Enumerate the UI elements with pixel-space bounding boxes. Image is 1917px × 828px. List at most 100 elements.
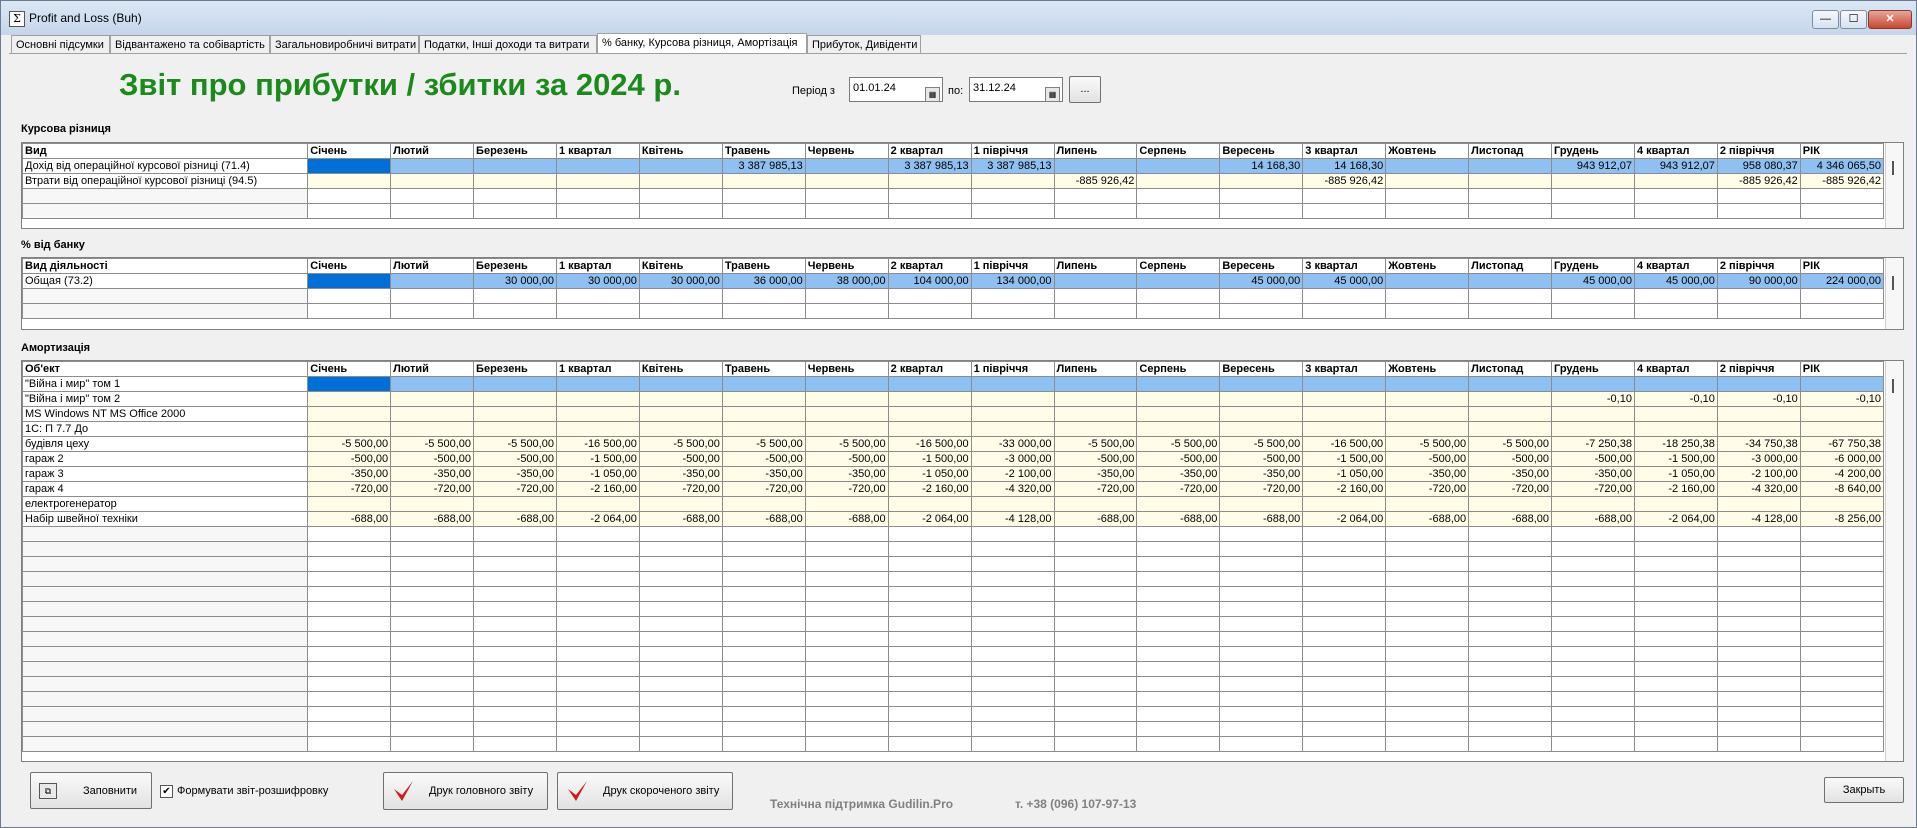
value-cell[interactable]: -2 100,00 [970, 466, 1055, 482]
value-cell[interactable] [555, 496, 640, 512]
empty-cell[interactable] [804, 188, 889, 204]
empty-cell[interactable] [1219, 586, 1304, 602]
value-cell[interactable]: -4 320,00 [970, 481, 1055, 497]
empty-cell[interactable] [721, 691, 806, 707]
table-row[interactable]: "Війна і мир" том 2 -0,10 -0,10 -0,10 -0,10 [22, 391, 1885, 407]
column-header[interactable]: Січень [307, 361, 392, 377]
value-cell[interactable]: -5 500,00 [1136, 436, 1221, 452]
empty-cell[interactable] [1219, 288, 1304, 304]
empty-cell[interactable] [22, 586, 309, 602]
value-cell[interactable] [390, 273, 475, 289]
value-cell[interactable] [555, 391, 640, 407]
close-button[interactable]: Закрыть [1824, 777, 1904, 803]
period-more-button[interactable]: ... [1069, 76, 1101, 103]
empty-cell[interactable] [970, 556, 1055, 572]
empty-cell[interactable] [970, 676, 1055, 692]
value-cell[interactable] [1551, 496, 1635, 512]
value-cell[interactable]: 45 000,00 [1551, 273, 1635, 289]
empty-cell[interactable] [1385, 303, 1470, 319]
value-cell[interactable]: -350,00 [307, 466, 392, 482]
empty-cell[interactable] [1716, 616, 1801, 632]
empty-cell[interactable] [887, 736, 972, 752]
empty-row[interactable] [22, 571, 1885, 587]
empty-cell[interactable] [1385, 616, 1470, 632]
value-cell[interactable]: -500,00 [307, 451, 392, 467]
value-cell[interactable] [1302, 496, 1387, 512]
empty-cell[interactable] [1633, 661, 1718, 677]
empty-cell[interactable] [804, 616, 889, 632]
table-row[interactable]: Набір швейної техніки -688,00 -688,00 -688,… [22, 511, 1885, 527]
value-cell[interactable]: -350,00 [1551, 466, 1635, 482]
value-cell[interactable]: -720,00 [1468, 481, 1553, 497]
value-cell[interactable] [1468, 376, 1553, 392]
empty-cell[interactable] [555, 661, 640, 677]
empty-cell[interactable] [1053, 736, 1138, 752]
value-cell[interactable] [638, 173, 723, 189]
value-cell[interactable]: -3 000,00 [970, 451, 1055, 467]
empty-cell[interactable] [887, 691, 972, 707]
empty-cell[interactable] [1468, 203, 1553, 219]
empty-cell[interactable] [887, 526, 972, 542]
value-cell[interactable] [1385, 173, 1470, 189]
table-row[interactable]: гараж 4 -720,00 -720,00 -720,00 -2 160,00 -72… [22, 481, 1885, 497]
empty-cell[interactable] [970, 706, 1055, 722]
value-cell[interactable] [638, 391, 723, 407]
value-cell[interactable] [887, 421, 972, 437]
row-name-cell[interactable]: гараж 3 [22, 466, 309, 482]
value-cell[interactable] [1385, 273, 1470, 289]
value-cell[interactable] [804, 376, 889, 392]
column-header[interactable]: Квітень [638, 361, 723, 377]
value-cell[interactable] [721, 173, 806, 189]
empty-cell[interactable] [1136, 676, 1221, 692]
value-cell[interactable]: -5 500,00 [1219, 436, 1304, 452]
value-cell[interactable]: -1 050,00 [887, 466, 972, 482]
tab-shipped-cost[interactable]: Відвантажено та собівартість [110, 35, 270, 53]
value-cell[interactable] [307, 406, 392, 422]
empty-cell[interactable] [555, 601, 640, 617]
value-cell[interactable]: -350,00 [804, 466, 889, 482]
empty-cell[interactable] [1136, 288, 1221, 304]
empty-cell[interactable] [1799, 601, 1885, 617]
empty-cell[interactable] [1551, 601, 1635, 617]
empty-cell[interactable] [638, 721, 723, 737]
empty-cell[interactable] [1716, 541, 1801, 557]
empty-cell[interactable] [1799, 676, 1885, 692]
empty-row[interactable] [22, 556, 1885, 572]
value-cell[interactable] [1053, 406, 1138, 422]
column-header[interactable]: Квітень [638, 143, 723, 159]
column-header[interactable]: Вересень [1219, 361, 1304, 377]
empty-cell[interactable] [1633, 736, 1718, 752]
value-cell[interactable] [1136, 421, 1221, 437]
value-cell[interactable] [473, 421, 557, 437]
table-row[interactable]: гараж 3 -350,00 -350,00 -350,00 -1 050,00 -35… [22, 466, 1885, 482]
empty-cell[interactable] [1551, 203, 1635, 219]
value-cell[interactable]: -500,00 [721, 451, 806, 467]
empty-cell[interactable] [1136, 646, 1221, 662]
empty-cell[interactable] [721, 616, 806, 632]
empty-cell[interactable] [1633, 691, 1718, 707]
value-cell[interactable]: -885 926,42 [1716, 173, 1801, 189]
empty-row[interactable] [22, 631, 1885, 647]
value-cell[interactable] [887, 496, 972, 512]
empty-cell[interactable] [1053, 571, 1138, 587]
value-cell[interactable] [638, 421, 723, 437]
empty-cell[interactable] [1799, 288, 1885, 304]
empty-cell[interactable] [555, 571, 640, 587]
value-cell[interactable] [721, 391, 806, 407]
value-cell[interactable]: -16 500,00 [887, 436, 972, 452]
empty-cell[interactable] [390, 631, 475, 647]
empty-cell[interactable] [1716, 526, 1801, 542]
empty-cell[interactable] [721, 288, 806, 304]
value-cell[interactable] [1551, 421, 1635, 437]
value-cell[interactable]: -688,00 [307, 511, 392, 527]
empty-cell[interactable] [1799, 303, 1885, 319]
column-header[interactable]: Жовтень [1385, 258, 1470, 274]
empty-cell[interactable] [721, 646, 806, 662]
value-cell[interactable]: -0,10 [1716, 391, 1801, 407]
empty-cell[interactable] [307, 601, 392, 617]
empty-cell[interactable] [1468, 631, 1553, 647]
empty-cell[interactable] [1385, 203, 1470, 219]
value-cell[interactable] [473, 173, 557, 189]
value-cell[interactable] [390, 421, 475, 437]
value-cell[interactable] [970, 391, 1055, 407]
